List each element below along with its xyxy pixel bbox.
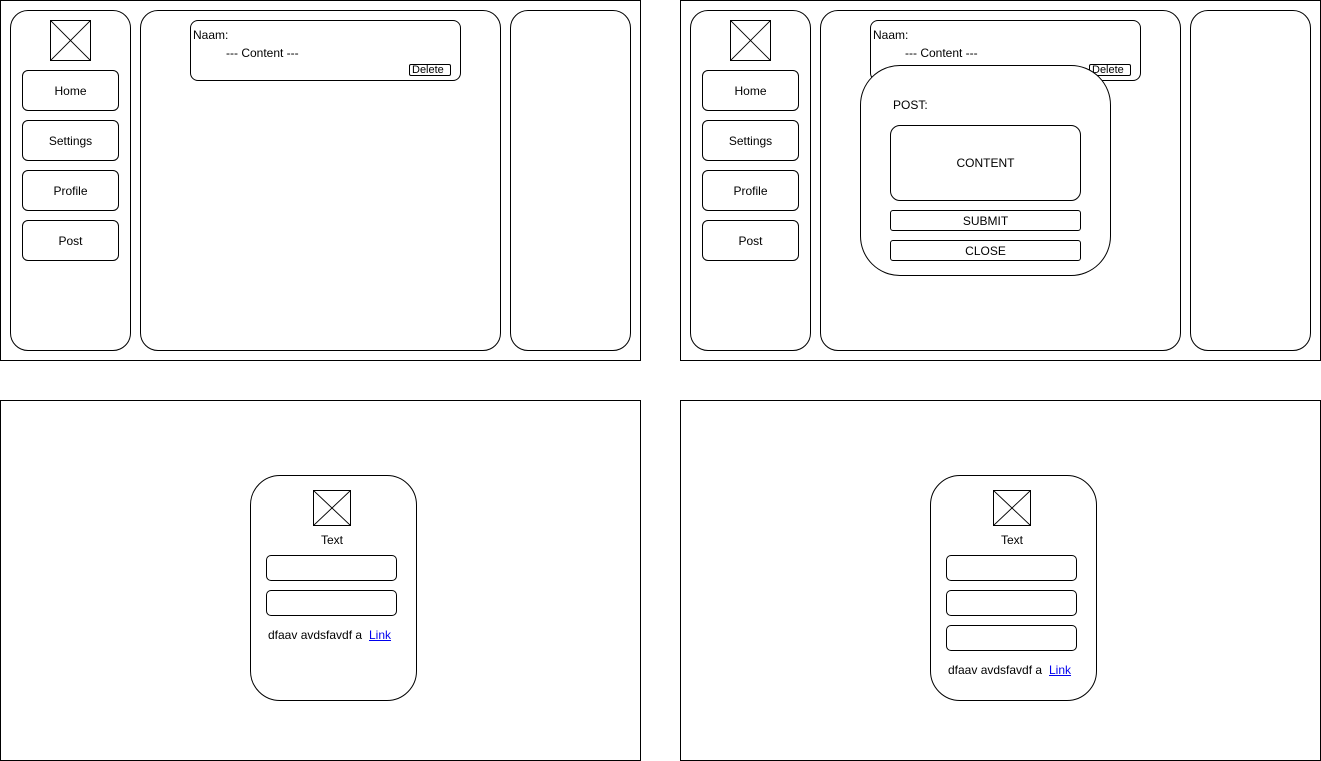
logo-image-placeholder-icon <box>993 490 1031 526</box>
popup-title: POST: <box>893 98 928 112</box>
delete-post-button[interactable]: Delete <box>409 64 451 76</box>
right-panel <box>1190 10 1311 351</box>
submit-button[interactable]: SUBMIT <box>890 210 1081 231</box>
nav-home-button[interactable]: Home <box>22 70 119 111</box>
register-password-input[interactable] <box>946 625 1077 651</box>
post-content-input[interactable]: CONTENT <box>890 125 1081 201</box>
post-name-label: Naam: <box>193 28 229 42</box>
login-username-input[interactable] <box>266 555 397 581</box>
register-link[interactable]: Link <box>1049 663 1071 677</box>
post-content-text: --- Content --- <box>226 46 299 60</box>
nav-post-button[interactable]: Post <box>22 220 119 261</box>
close-button[interactable]: CLOSE <box>890 240 1081 261</box>
register-username-input[interactable] <box>946 555 1077 581</box>
register-title-text: Text <box>1001 533 1024 547</box>
logo-image-placeholder-icon <box>50 20 91 61</box>
logo-image-placeholder-icon <box>313 490 351 526</box>
register-footer-text: dfaav avdsfavdf a <box>948 663 1043 677</box>
logo-image-placeholder-icon <box>730 20 771 61</box>
nav-settings-button[interactable]: Settings <box>22 120 119 161</box>
nav-profile-button[interactable]: Profile <box>22 170 119 211</box>
right-panel <box>510 10 631 351</box>
login-password-input[interactable] <box>266 590 397 616</box>
nav-profile-button[interactable]: Profile <box>702 170 799 211</box>
nav-home-button[interactable]: Home <box>702 70 799 111</box>
login-link[interactable]: Link <box>369 628 391 642</box>
nav-settings-button[interactable]: Settings <box>702 120 799 161</box>
post-name-label: Naam: <box>873 28 909 42</box>
register-email-input[interactable] <box>946 590 1077 616</box>
login-footer-text: dfaav avdsfavdf a <box>268 628 363 642</box>
post-content-text: --- Content --- <box>905 46 978 60</box>
login-title-text: Text <box>321 533 344 547</box>
nav-post-button[interactable]: Post <box>702 220 799 261</box>
